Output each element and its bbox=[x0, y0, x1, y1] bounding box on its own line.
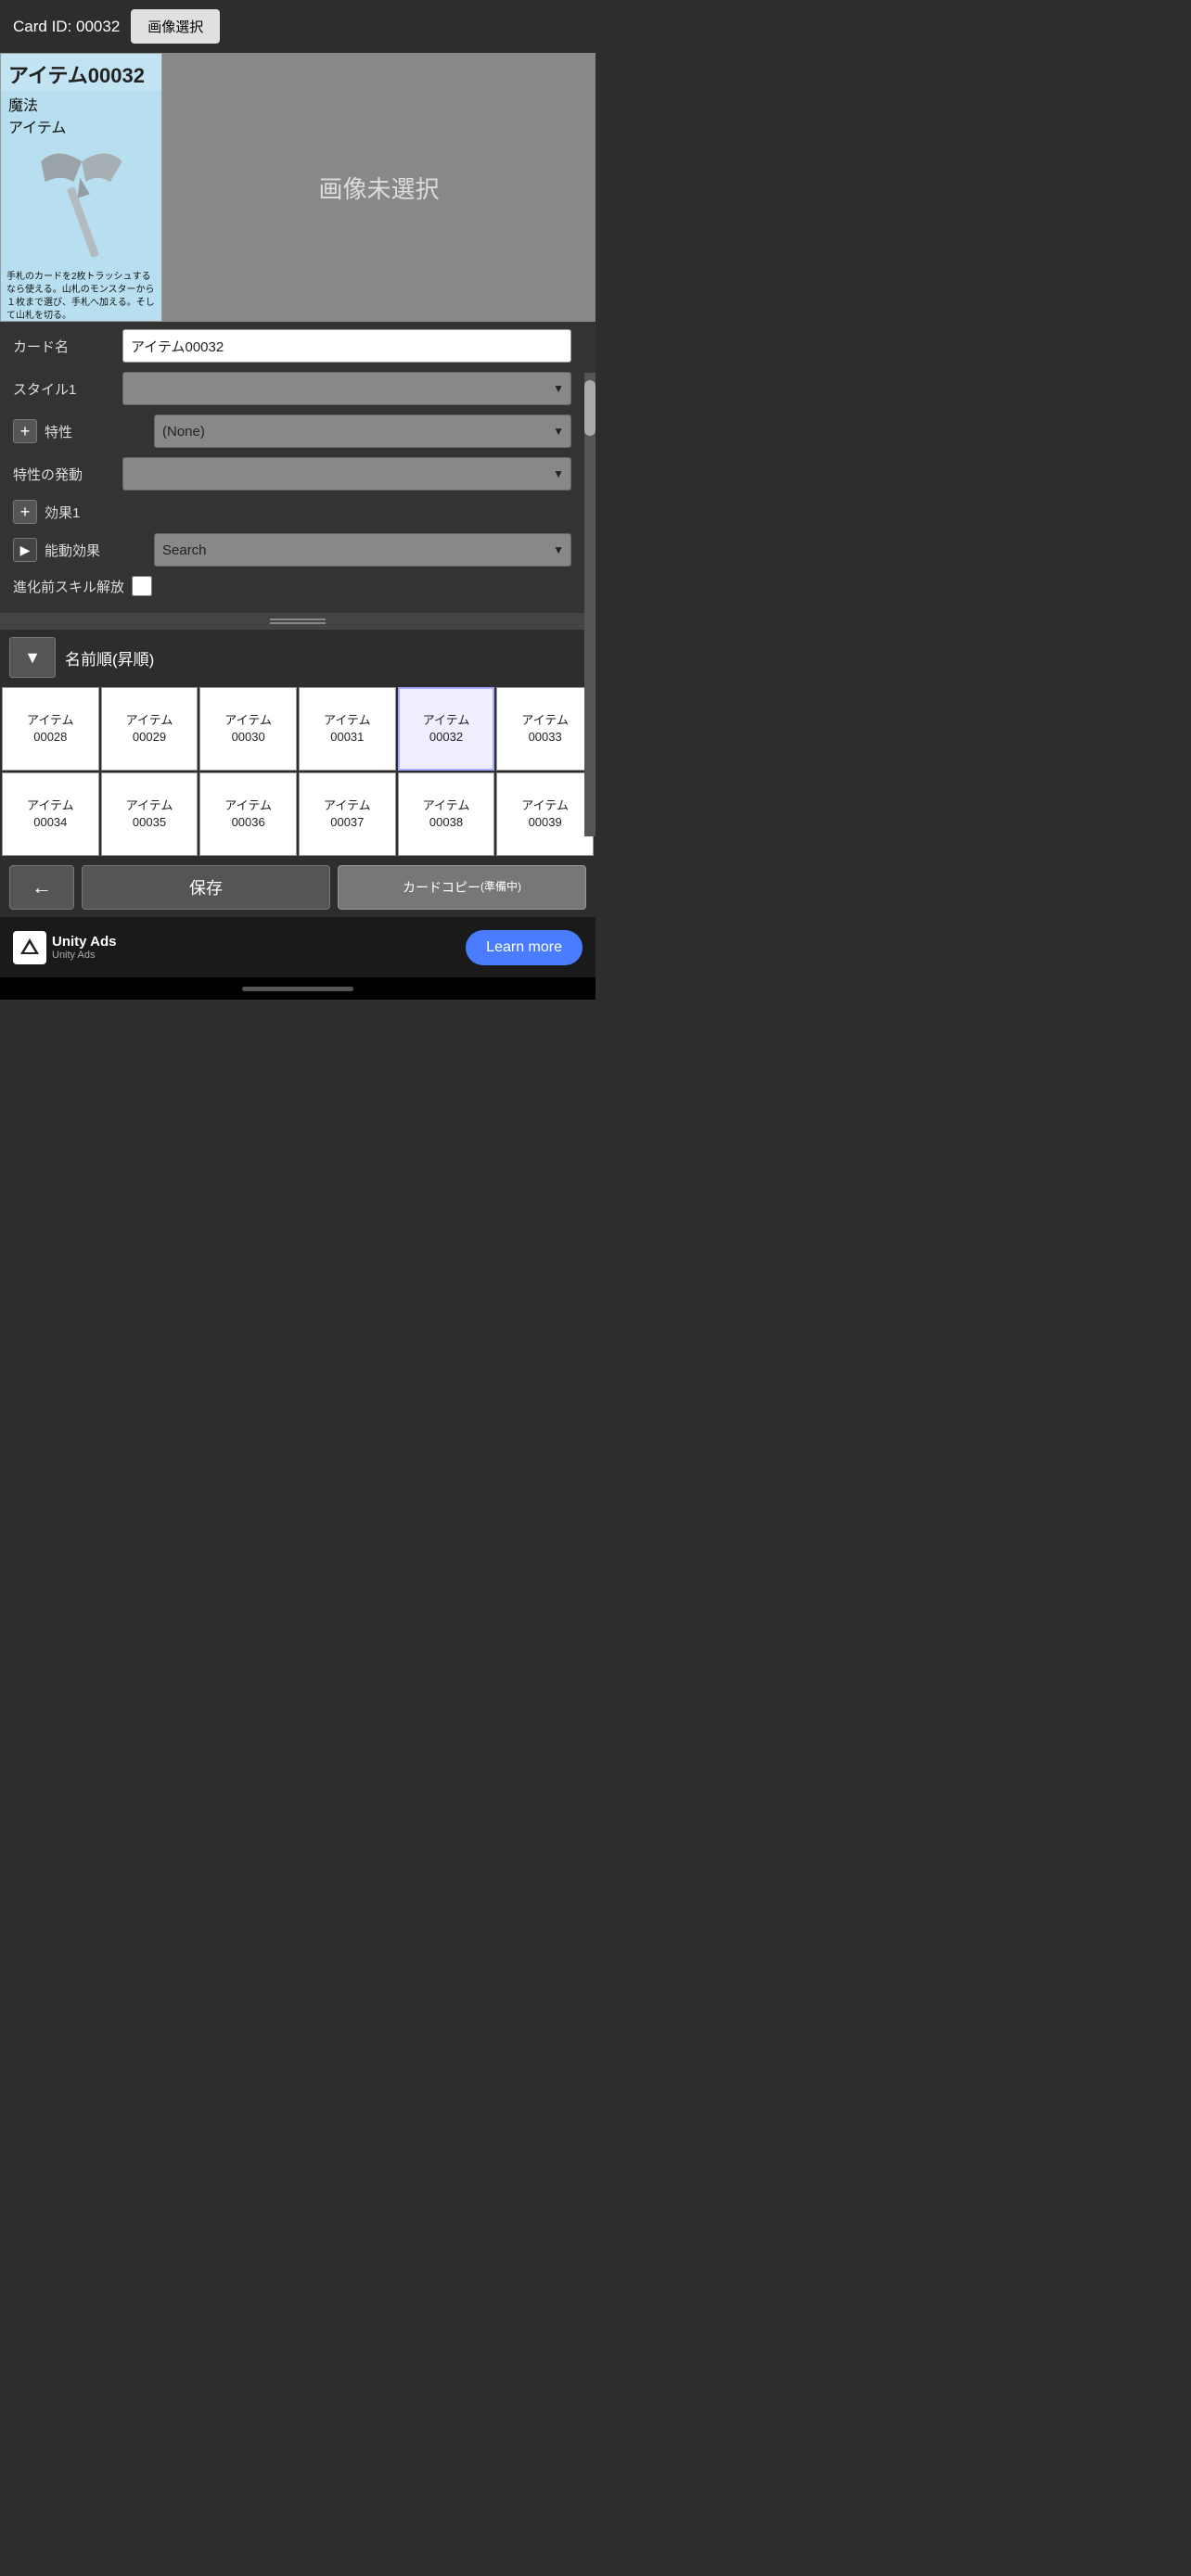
grid-cell-00031[interactable]: アイテム00031 bbox=[299, 687, 396, 771]
card-grid: アイテム00028 アイテム00029 アイテム00030 アイテム00031 … bbox=[0, 685, 596, 858]
evolve-skill-row: 進化前スキル解放 bbox=[13, 576, 571, 596]
trait-trigger-row: 特性の発動 ▼ bbox=[13, 457, 571, 491]
grid-cell-00038[interactable]: アイテム00038 bbox=[398, 772, 495, 856]
sort-label: 名前順(昇順) bbox=[65, 646, 154, 670]
card-image-area bbox=[1, 137, 161, 267]
card-copy-button[interactable]: カードコピー(準備中) bbox=[338, 865, 586, 910]
unity-logo-area: Unity Ads Unity Ads bbox=[13, 931, 116, 964]
top-header: Card ID: 00032 画像選択 bbox=[0, 0, 596, 53]
unity-ads-text: Unity Ads bbox=[52, 934, 116, 950]
card-name-label: カード名 bbox=[13, 337, 115, 356]
trait-trigger-label: 特性の発動 bbox=[13, 465, 115, 484]
home-bar bbox=[0, 977, 596, 1000]
trait-select-wrapper: (None) ▼ bbox=[154, 414, 571, 448]
bottom-bar: ← 保存 カードコピー(準備中) bbox=[0, 858, 596, 917]
card-name-input[interactable] bbox=[122, 329, 571, 363]
scrollbar-thumb bbox=[584, 380, 596, 436]
grid-cell-00030[interactable]: アイテム00030 bbox=[199, 687, 297, 771]
trait-row: + 特性 (None) ▼ bbox=[13, 414, 571, 448]
grid-cell-00035[interactable]: アイテム00035 bbox=[101, 772, 198, 856]
trait-trigger-select[interactable] bbox=[122, 457, 571, 491]
save-button[interactable]: 保存 bbox=[82, 865, 330, 910]
sort-dropdown-button[interactable]: ▼ bbox=[9, 637, 56, 678]
card-description: 手札のカードを2枚トラッシュするなら使える。山札のモンスターから１枚まで選び、手… bbox=[1, 267, 161, 326]
active-effect-play-button[interactable]: ▶ bbox=[13, 538, 37, 562]
no-image-text: 画像未選択 bbox=[318, 171, 439, 205]
card-title: アイテム00032 bbox=[1, 54, 161, 91]
card-type-line1: 魔法 bbox=[1, 91, 161, 115]
evolve-skill-label: 進化前スキル解放 bbox=[13, 577, 124, 596]
pickaxe-icon bbox=[31, 137, 133, 267]
learn-more-button[interactable]: Learn more bbox=[466, 930, 583, 965]
back-button[interactable]: ← bbox=[9, 865, 74, 910]
effect1-row: + 効果1 bbox=[13, 500, 571, 524]
style1-row: スタイル1 ▼ bbox=[13, 372, 571, 405]
image-select-button[interactable]: 画像選択 bbox=[131, 9, 220, 44]
sort-bar: ▼ 名前順(昇順) bbox=[0, 630, 596, 685]
card-type-line2: アイテム bbox=[1, 115, 161, 137]
card-preview-right: 画像未選択 bbox=[162, 53, 596, 322]
trait-trigger-select-wrapper: ▼ bbox=[122, 457, 571, 491]
divider-drag-handle[interactable] bbox=[0, 613, 596, 630]
trait-select[interactable]: (None) bbox=[154, 414, 571, 448]
grid-cell-00034[interactable]: アイテム00034 bbox=[2, 772, 99, 856]
style1-label: スタイル1 bbox=[13, 379, 115, 399]
unity-ads-label-area: Unity Ads Unity Ads bbox=[52, 934, 116, 961]
form-section: カード名 スタイル1 ▼ + 特性 (None) ▼ 特性の発動 ▼ bbox=[0, 322, 596, 613]
grid-cell-00033[interactable]: アイテム00033 bbox=[496, 687, 594, 771]
grid-cell-00029[interactable]: アイテム00029 bbox=[101, 687, 198, 771]
card-preview-area: アイテム00032 魔法 アイテム 手札のカードを2枚トラッシュするなら使える。… bbox=[0, 53, 596, 322]
style1-select-wrapper: ▼ bbox=[122, 372, 571, 405]
unity-ads-small: Unity Ads bbox=[52, 950, 116, 961]
grid-cell-00039[interactable]: アイテム00039 bbox=[496, 772, 594, 856]
active-effect-select-wrapper: Search ▼ bbox=[154, 533, 571, 567]
grid-cell-00036[interactable]: アイテム00036 bbox=[199, 772, 297, 856]
ads-banner: Unity Ads Unity Ads Learn more bbox=[0, 917, 596, 977]
trait-plus-button[interactable]: + bbox=[13, 419, 37, 443]
grid-cell-00037[interactable]: アイテム00037 bbox=[299, 772, 396, 856]
evolve-skill-checkbox[interactable] bbox=[132, 576, 152, 596]
active-effect-select[interactable]: Search bbox=[154, 533, 571, 567]
divider-lines-icon bbox=[270, 618, 326, 624]
style1-select[interactable] bbox=[122, 372, 571, 405]
unity-icon bbox=[13, 931, 46, 964]
card-name-row: カード名 bbox=[13, 329, 571, 363]
card-preview-left: アイテム00032 魔法 アイテム 手札のカードを2枚トラッシュするなら使える。… bbox=[0, 53, 162, 322]
card-id-label: Card ID: 00032 bbox=[13, 18, 120, 36]
effect1-plus-button[interactable]: + bbox=[13, 500, 37, 524]
effect1-label: 効果1 bbox=[45, 503, 147, 522]
home-indicator bbox=[242, 987, 353, 991]
active-effect-label: 能動効果 bbox=[45, 541, 147, 560]
trait-label: 特性 bbox=[45, 422, 147, 441]
active-effect-row: ▶ 能動効果 Search ▼ bbox=[13, 533, 571, 567]
grid-cell-00028[interactable]: アイテム00028 bbox=[2, 687, 99, 771]
grid-cell-00032[interactable]: アイテム00032 bbox=[398, 687, 495, 771]
right-scrollbar[interactable] bbox=[584, 373, 596, 836]
